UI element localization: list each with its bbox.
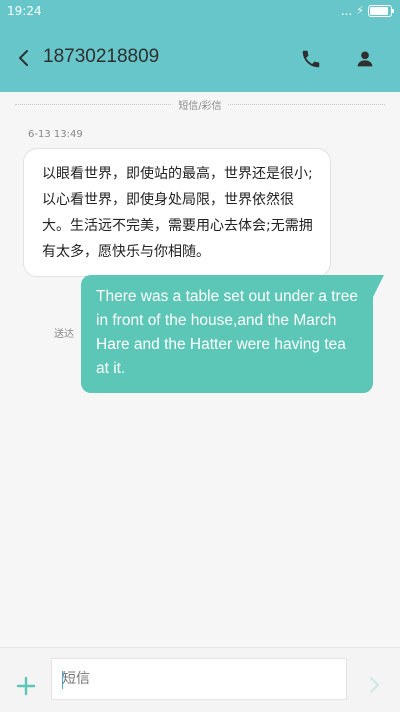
outgoing-message-bubble[interactable]: There was a table set out under a tree i…	[81, 275, 373, 393]
battery-icon	[368, 5, 394, 17]
signal-dots: ...	[340, 4, 353, 18]
composer-bar	[0, 647, 400, 712]
message-timestamp: 6-13 13:49	[28, 129, 83, 140]
status-time: 19:24	[7, 4, 42, 18]
send-chevron-icon[interactable]	[365, 676, 383, 694]
plus-icon[interactable]	[16, 676, 36, 696]
delivery-status: 送达	[54, 329, 74, 340]
status-icons: ... ⚡	[340, 4, 394, 18]
outgoing-bubble-tail	[372, 275, 384, 299]
status-bar: 19:24 ... ⚡	[0, 0, 400, 24]
incoming-message-bubble[interactable]: 以眼看世界，即使站的最高，世界还是很小;以心看世界，即使身处局限，世界依然很大。…	[23, 148, 331, 277]
divider-label: 短信/彩信	[172, 97, 228, 112]
contact-title: 18730218809	[43, 46, 160, 67]
contact-person-icon[interactable]	[354, 48, 376, 70]
text-caret	[62, 671, 63, 689]
thread-divider: 短信/彩信	[15, 97, 385, 113]
back-arrow-icon[interactable]	[14, 48, 34, 68]
phone-icon[interactable]	[300, 48, 322, 70]
message-input[interactable]	[51, 658, 347, 700]
title-bar: 18730218809	[0, 24, 400, 92]
charging-icon: ⚡	[356, 4, 364, 17]
